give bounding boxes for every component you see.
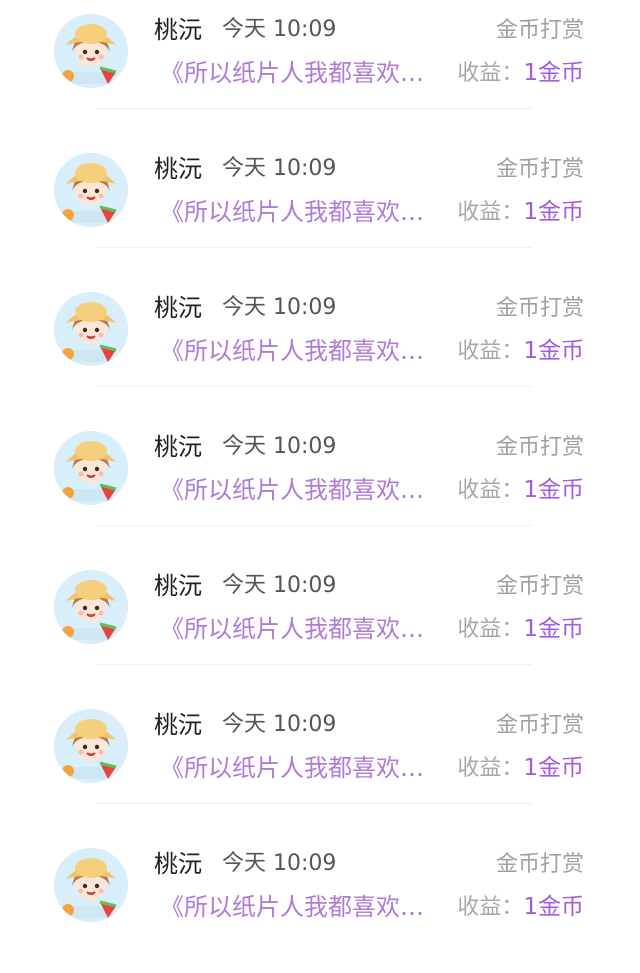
list-item[interactable]: 桃沅 今天 10:09 金币打赏 《所以纸片人我都喜欢… 收益：1金币 bbox=[0, 834, 640, 973]
divider bbox=[96, 247, 532, 248]
avatar[interactable] bbox=[54, 153, 128, 227]
income: 收益：1金币 bbox=[457, 195, 584, 230]
reward-type: 金币打赏 bbox=[495, 18, 584, 43]
avatar[interactable] bbox=[54, 431, 128, 505]
timestamp: 今天 10:09 bbox=[222, 17, 337, 42]
reward-type: 金币打赏 bbox=[495, 296, 584, 321]
avatar[interactable] bbox=[54, 570, 128, 644]
girl-avatar-icon bbox=[54, 14, 128, 88]
work-title-link[interactable]: 《所以纸片人我都喜欢… bbox=[160, 751, 436, 785]
work-title-link[interactable]: 《所以纸片人我都喜欢… bbox=[160, 890, 436, 924]
avatar[interactable] bbox=[54, 709, 128, 783]
income-value: 1金币 bbox=[523, 755, 584, 781]
divider bbox=[96, 525, 532, 526]
avatar[interactable] bbox=[54, 14, 128, 88]
work-title-link[interactable]: 《所以纸片人我都喜欢… bbox=[160, 473, 436, 507]
sender-name: 桃沅 bbox=[154, 433, 202, 461]
divider bbox=[96, 386, 532, 387]
income: 收益：1金币 bbox=[457, 751, 584, 786]
work-title-link[interactable]: 《所以纸片人我都喜欢… bbox=[160, 195, 436, 229]
list-item[interactable]: 桃沅 今天 10:09 金币打赏 《所以纸片人我都喜欢… 收益：1金币 bbox=[0, 278, 640, 417]
divider bbox=[96, 108, 532, 109]
reward-type: 金币打赏 bbox=[495, 713, 584, 738]
income-value: 1金币 bbox=[523, 616, 584, 642]
work-title-link[interactable]: 《所以纸片人我都喜欢… bbox=[160, 334, 436, 368]
sender-name: 桃沅 bbox=[154, 711, 202, 739]
timestamp: 今天 10:09 bbox=[222, 434, 337, 459]
income-value: 1金币 bbox=[523, 199, 584, 225]
list-item[interactable]: 桃沅 今天 10:09 金币打赏 《所以纸片人我都喜欢… 收益：1金币 bbox=[0, 417, 640, 556]
avatar[interactable] bbox=[54, 848, 128, 922]
reward-type: 金币打赏 bbox=[495, 157, 584, 182]
work-title-link[interactable]: 《所以纸片人我都喜欢… bbox=[160, 612, 436, 646]
timestamp: 今天 10:09 bbox=[222, 295, 337, 320]
list-item[interactable]: 桃沅 今天 10:09 金币打赏 《所以纸片人我都喜欢… 收益：1金币 bbox=[0, 139, 640, 278]
avatar[interactable] bbox=[54, 292, 128, 366]
list-item[interactable]: 桃沅 今天 10:09 金币打赏 《所以纸片人我都喜欢… 收益：1金币 bbox=[0, 0, 640, 139]
income-label: 收益： bbox=[457, 756, 524, 781]
list-item[interactable]: 桃沅 今天 10:09 金币打赏 《所以纸片人我都喜欢… 收益：1金币 bbox=[0, 695, 640, 834]
income-value: 1金币 bbox=[523, 894, 584, 920]
sender-name: 桃沅 bbox=[154, 16, 202, 44]
reward-type: 金币打赏 bbox=[495, 435, 584, 460]
sender-name: 桃沅 bbox=[154, 155, 202, 183]
income: 收益：1金币 bbox=[457, 56, 584, 91]
income: 收益：1金币 bbox=[457, 890, 584, 925]
girl-avatar-icon bbox=[54, 292, 128, 366]
income: 收益：1金币 bbox=[457, 612, 584, 647]
income-value: 1金币 bbox=[523, 338, 584, 364]
girl-avatar-icon bbox=[54, 709, 128, 783]
timestamp: 今天 10:09 bbox=[222, 156, 337, 181]
timestamp: 今天 10:09 bbox=[222, 851, 337, 876]
income-label: 收益： bbox=[457, 339, 524, 364]
income: 收益：1金币 bbox=[457, 473, 584, 508]
income-value: 1金币 bbox=[523, 477, 584, 503]
divider bbox=[96, 803, 532, 804]
girl-avatar-icon bbox=[54, 848, 128, 922]
girl-avatar-icon bbox=[54, 570, 128, 644]
timestamp: 今天 10:09 bbox=[222, 573, 337, 598]
divider bbox=[96, 664, 532, 665]
sender-name: 桃沅 bbox=[154, 572, 202, 600]
income-label: 收益： bbox=[457, 200, 524, 225]
sender-name: 桃沅 bbox=[154, 294, 202, 322]
reward-type: 金币打赏 bbox=[495, 574, 584, 599]
income-label: 收益： bbox=[457, 61, 524, 86]
income: 收益：1金币 bbox=[457, 334, 584, 369]
sender-name: 桃沅 bbox=[154, 850, 202, 878]
income-label: 收益： bbox=[457, 478, 524, 503]
girl-avatar-icon bbox=[54, 431, 128, 505]
income-label: 收益： bbox=[457, 617, 524, 642]
girl-avatar-icon bbox=[54, 153, 128, 227]
reward-type: 金币打赏 bbox=[495, 852, 584, 877]
timestamp: 今天 10:09 bbox=[222, 712, 337, 737]
reward-list: 桃沅 今天 10:09 金币打赏 《所以纸片人我都喜欢… 收益：1金币 桃沅 今… bbox=[0, 0, 640, 932]
work-title-link[interactable]: 《所以纸片人我都喜欢… bbox=[160, 56, 436, 90]
income-value: 1金币 bbox=[523, 60, 584, 86]
income-label: 收益： bbox=[457, 895, 524, 920]
list-item[interactable]: 桃沅 今天 10:09 金币打赏 《所以纸片人我都喜欢… 收益：1金币 bbox=[0, 556, 640, 695]
